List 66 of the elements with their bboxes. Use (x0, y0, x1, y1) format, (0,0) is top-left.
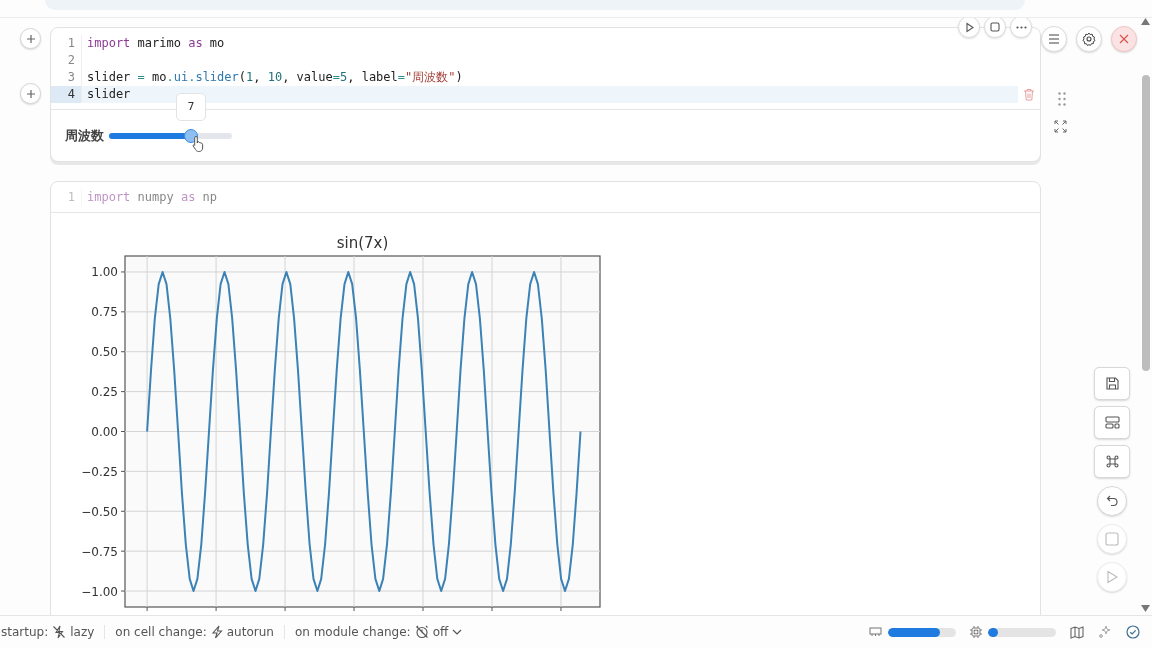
y-tick-label: 0.75 (91, 305, 118, 320)
sparkles-icon[interactable] (1098, 625, 1112, 639)
layout-icon (1104, 416, 1120, 429)
status-label: on module change: (294, 625, 411, 639)
check-circle-icon[interactable] (1126, 625, 1140, 639)
stop-icon (1105, 532, 1119, 546)
clock-off-icon[interactable] (414, 625, 429, 639)
y-tick-label: 0.00 (91, 425, 118, 439)
value-tooltip: 7 (176, 92, 207, 121)
undo-icon (1105, 495, 1119, 507)
status-label: on cell change: (115, 625, 207, 639)
lazy-icon[interactable] (52, 625, 67, 639)
add-cell-button[interactable] (20, 83, 41, 104)
code-line[interactable]: slider (82, 86, 131, 103)
map-icon[interactable] (1070, 625, 1084, 639)
settings-button[interactable] (1076, 26, 1102, 52)
save-button[interactable] (1094, 367, 1130, 400)
close-button[interactable] (1111, 26, 1137, 52)
run-button[interactable] (958, 18, 980, 38)
cpu-icon (970, 626, 982, 638)
more-icon (1015, 25, 1027, 29)
drag-handle-icon[interactable] (1058, 92, 1066, 106)
chart-title: sin(7x) (336, 234, 389, 252)
stop-button[interactable] (984, 18, 1006, 38)
scrollbar-thumb[interactable] (1141, 75, 1150, 371)
menu-icon (1048, 34, 1060, 44)
command-button[interactable] (1094, 445, 1130, 478)
status-value[interactable]: autorun (226, 625, 274, 639)
menu-button[interactable] (1041, 26, 1067, 52)
y-tick-label: 1.00 (91, 265, 118, 280)
code-line[interactable]: import numpy as np (82, 189, 218, 206)
gear-icon (1082, 32, 1096, 46)
status-value[interactable]: lazy (70, 625, 95, 639)
play-icon (1105, 570, 1119, 584)
y-tick-label: −0.25 (81, 464, 118, 479)
code-line[interactable]: slider = mo.ui.slider(1, 10, value=5, label="周波数") (82, 69, 463, 86)
line-number: 1 (51, 189, 82, 206)
play-icon (963, 21, 975, 33)
layout-button[interactable] (1094, 406, 1130, 439)
y-tick-label: −0.75 (81, 544, 118, 559)
slider-label: 周波数 (65, 126, 104, 145)
plus-icon (25, 33, 36, 44)
memory-icon (869, 627, 882, 637)
chevron-down-icon[interactable] (452, 629, 463, 635)
undo-button[interactable] (1097, 486, 1127, 516)
stop-icon (990, 22, 1000, 32)
lightning-icon[interactable] (210, 625, 223, 639)
y-tick-label: −1.00 (81, 584, 118, 599)
y-tick-label: −0.50 (81, 504, 118, 519)
add-cell-button[interactable] (20, 28, 41, 49)
status-value[interactable]: off (432, 625, 449, 639)
scroll-down-icon[interactable] (1141, 605, 1150, 612)
scroll-up-icon[interactable] (1141, 18, 1150, 25)
status-label: startup: (1, 625, 49, 639)
line-number: 4 (51, 86, 82, 103)
code-line[interactable]: import marimo as mo (82, 35, 225, 52)
memory-meter (888, 627, 956, 637)
plus-icon (25, 88, 36, 99)
line-number: 1 (51, 35, 82, 52)
command-key-icon (1104, 454, 1120, 469)
line-number: 2 (51, 52, 82, 69)
y-tick-label: 0.50 (91, 345, 118, 360)
cpu-meter (988, 627, 1056, 637)
y-tick-label: 0.25 (91, 385, 118, 400)
close-icon (1119, 34, 1129, 44)
expand-icon[interactable] (1054, 120, 1067, 133)
